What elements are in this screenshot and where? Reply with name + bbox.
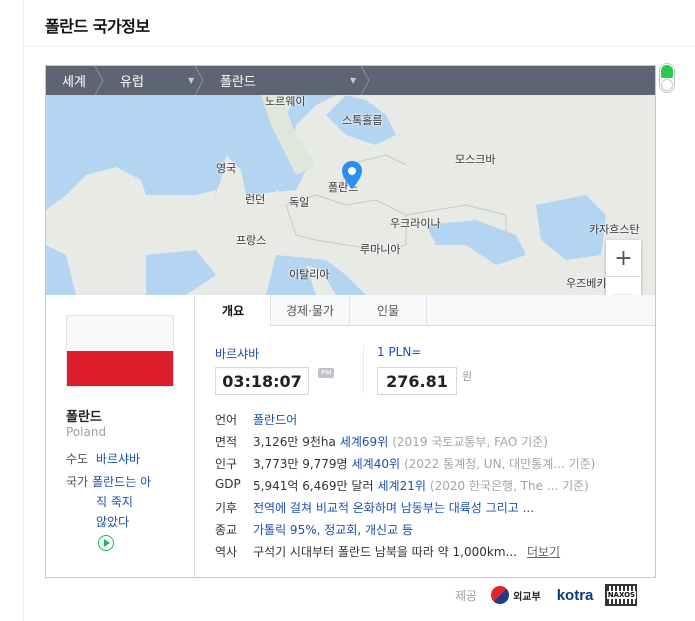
breadcrumb-continent-select[interactable]: 유럽 ▼: [104, 66, 204, 95]
breadcrumb-separator-icon: [194, 66, 204, 95]
breadcrumb-country-label: 폴란드: [220, 75, 256, 90]
provider-label: 제공: [455, 588, 478, 603]
language-link[interactable]: 폴란드어: [253, 411, 297, 428]
map-label-kazakhstan: 카자흐스탄: [589, 223, 640, 236]
info-tabs: 개요 경제·물가 인물: [196, 295, 655, 327]
breadcrumb-world-label: 세계: [62, 75, 86, 90]
breadcrumb-continent-label: 유럽: [120, 75, 144, 90]
tab-overview[interactable]: 개요: [196, 295, 271, 327]
zoom-in-button[interactable]: +: [606, 240, 641, 277]
country-info-card: 세계 유럽 ▼ 폴란드 ▼ 노르웨이 스톡홀름 모스크바 영국 런던 독일 폴란…: [45, 65, 656, 578]
language-label: 언어: [215, 413, 238, 427]
map-label-london: 런던: [245, 193, 266, 206]
info-row-area: 면적 3,126만 9천ha 세계69위 (2019 국토교통부, FAO 기준…: [215, 433, 645, 450]
naxos-logo[interactable]: NAXOS: [605, 584, 638, 606]
clock-city-link[interactable]: 바르샤바: [215, 345, 259, 362]
anthem-label: 국가: [66, 475, 89, 489]
info-row-history: 역사 구석기 시대부터 폴란드 남북을 따라 약 1,000km... 더보기: [215, 543, 645, 560]
climate-link[interactable]: 전역에 걸쳐 비교적 온화하며 남동부는 대륙성 그리고 ...: [253, 499, 534, 516]
kotra-logo[interactable]: kotra: [557, 587, 594, 604]
page-header: 폴란드 국가정보: [24, 0, 695, 47]
left-divider: [23, 0, 24, 621]
tab-people[interactable]: 인물: [350, 295, 427, 326]
anthem-title-part2[interactable]: 직 죽지 않았다: [96, 495, 133, 529]
population-source: (2022 통계청, UN, 대만통계... 기준): [404, 457, 596, 471]
religion-label: 종교: [215, 523, 238, 537]
population-rank-link[interactable]: 세계40위: [352, 455, 400, 472]
exchange-rate-value: 276.81: [377, 367, 457, 395]
page-title: 폴란드 국가정보: [45, 17, 150, 36]
tab-economy[interactable]: 경제·물가: [271, 295, 350, 326]
map-label-germany: 독일: [289, 196, 310, 209]
climate-label: 기후: [215, 501, 238, 515]
mofa-emblem-icon: [491, 586, 510, 604]
capital-label: 수도: [66, 452, 89, 466]
area-value: 3,126만 9천ha: [253, 435, 336, 449]
exchange-currency: 원: [462, 370, 473, 383]
map-label-romania: 루마니아: [360, 243, 401, 256]
info-row-climate: 기후 전역에 걸쳐 비교적 온화하며 남동부는 대륙성 그리고 ...: [215, 499, 645, 516]
divider: [363, 345, 364, 393]
zoom-out-button[interactable]: —: [606, 277, 641, 295]
info-row-language: 언어 폴란드어: [215, 411, 645, 428]
breadcrumb-country-select[interactable]: 폴란드 ▼: [204, 66, 370, 95]
breadcrumb-world[interactable]: 세계: [46, 66, 104, 95]
info-row-gdp: GDP 5,941억 6,469만 달러 세계21위 (2020 한국은행, T…: [215, 477, 645, 494]
gdp-label: GDP: [215, 477, 241, 491]
chevron-down-icon: ▼: [350, 76, 357, 85]
map-label-norway: 노르웨이: [265, 95, 306, 108]
info-row-religion: 종교 가톨릭 95%, 정교회, 개신교 등: [215, 521, 645, 538]
country-name-english: Poland: [66, 425, 107, 439]
play-icon[interactable]: [98, 534, 114, 551]
anthem-row: 국가 폴란드는 아 직 죽지 않았다: [66, 472, 151, 552]
mofa-logo-text: 외교부: [513, 591, 541, 603]
poland-flag-image: [66, 315, 174, 387]
mofa-logo[interactable]: 외교부: [491, 586, 541, 604]
breadcrumb-separator-icon: [360, 66, 370, 95]
naxos-logo-text: NAXOS: [606, 591, 637, 599]
map-label-moscow: 모스크바: [455, 153, 496, 166]
area-source: (2019 국토교통부, FAO 기준): [392, 435, 548, 449]
local-time: 03:18:07: [215, 367, 309, 395]
country-map[interactable]: 노르웨이 스톡홀름 모스크바 영국 런던 독일 폴란드 우크라이나 프랑스 루마…: [46, 95, 655, 295]
gdp-value: 5,941억 6,469만 달러: [253, 479, 374, 493]
population-label: 인구: [215, 457, 238, 471]
ampm-badge: PM: [318, 368, 335, 378]
history-value: 구석기 시대부터 폴란드 남북을 따라 약 1,000km...: [253, 545, 517, 559]
map-label-france: 프랑스: [236, 234, 267, 247]
provider-footer: 제공 외교부 kotra NAXOS: [455, 583, 638, 607]
area-label: 면적: [215, 435, 238, 449]
map-label-stockholm: 스톡홀름: [342, 114, 383, 127]
map-label-ukraine: 우크라이나: [390, 217, 441, 230]
anthem-title-part1[interactable]: 폴란드는 아: [92, 472, 151, 492]
toggle-off-knob: [661, 79, 673, 91]
country-name: 폴란드: [66, 410, 102, 425]
overview-panel: 바르샤바 03:18:07 PM 1 PLN= 276.81 원 언어 폴란드어…: [196, 327, 655, 577]
area-rank-link[interactable]: 세계69위: [340, 433, 388, 450]
breadcrumb-separator-icon: [94, 66, 104, 95]
country-summary-panel: 폴란드 Poland 수도 바르샤바 국가 폴란드는 아 직 죽지 않았다: [46, 295, 195, 577]
toggle-on-indicator: [661, 65, 673, 78]
history-more-link[interactable]: 더보기: [527, 543, 560, 560]
population-value: 3,773만 9,779명: [253, 457, 348, 471]
gdp-source: (2020 한국은행, The ... 기준): [429, 479, 589, 493]
capital-row: 수도 바르샤바: [66, 450, 140, 467]
map-pin-icon[interactable]: [342, 161, 362, 189]
breadcrumb: 세계 유럽 ▼ 폴란드 ▼: [46, 66, 655, 95]
history-label: 역사: [215, 545, 238, 559]
religion-link[interactable]: 가톨릭 95%, 정교회, 개신교 등: [253, 521, 413, 538]
map-label-italy: 이탈리아: [289, 268, 330, 281]
map-label-uk: 영국: [216, 162, 237, 175]
info-row-population: 인구 3,773만 9,779명 세계40위 (2022 통계청, UN, 대만…: [215, 455, 645, 472]
map-zoom-controls: + —: [606, 240, 641, 295]
exchange-unit-link[interactable]: 1 PLN=: [377, 345, 421, 359]
view-toggle[interactable]: [659, 63, 675, 93]
capital-link[interactable]: 바르샤바: [96, 452, 140, 466]
gdp-rank-link[interactable]: 세계21위: [378, 477, 426, 494]
